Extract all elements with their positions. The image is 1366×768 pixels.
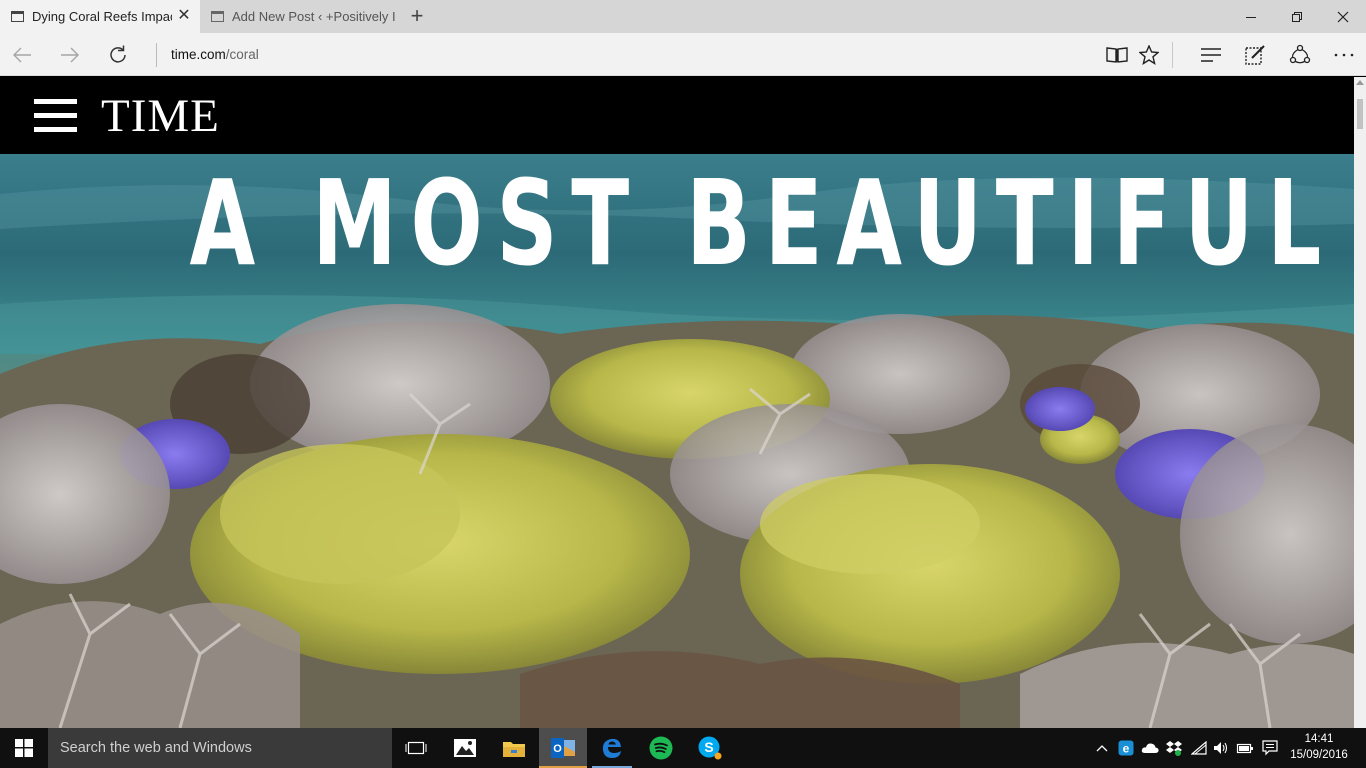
page-viewport: TIME A MOST BEAUTIFUL xyxy=(0,77,1366,728)
outlook-app-button[interactable]: O xyxy=(539,728,587,768)
scroll-up-arrow-icon[interactable] xyxy=(1356,80,1364,85)
arrow-right-icon xyxy=(61,47,79,63)
battery-icon xyxy=(1236,743,1253,754)
cloud-icon xyxy=(1141,743,1159,753)
tray-volume[interactable] xyxy=(1210,728,1232,768)
tray-edge-extension[interactable]: e xyxy=(1115,728,1137,768)
clock-time: 14:41 xyxy=(1304,733,1334,745)
share-icon xyxy=(1289,44,1311,64)
start-button[interactable] xyxy=(0,728,48,768)
edge-icon xyxy=(602,738,621,758)
more-dots-icon xyxy=(1334,53,1354,57)
taskbar-clock[interactable]: 14:41 15/09/2016 xyxy=(1286,731,1352,763)
taskbar-search-box[interactable]: Search the web and Windows xyxy=(48,728,392,768)
dropbox-icon xyxy=(1166,741,1182,756)
task-view-button[interactable] xyxy=(392,728,440,768)
svg-text:e: e xyxy=(1123,742,1130,756)
minimize-button[interactable] xyxy=(1228,0,1274,33)
restore-button[interactable] xyxy=(1274,0,1320,33)
web-note-button[interactable] xyxy=(1239,39,1271,71)
tab-title: Add New Post ‹ +Positively I xyxy=(232,9,396,24)
more-button[interactable] xyxy=(1328,39,1360,71)
tab-strip: Dying Coral Reefs Impac ✕ Add New Post ‹… xyxy=(0,0,1366,33)
page-scrollbar[interactable] xyxy=(1354,77,1366,728)
back-button[interactable] xyxy=(6,39,38,71)
time-logo[interactable]: TIME xyxy=(101,91,220,141)
windows-logo-icon xyxy=(15,739,33,757)
outlook-icon: O xyxy=(551,738,575,758)
svg-text:S: S xyxy=(704,739,713,755)
tab-add-new-post[interactable]: Add New Post ‹ +Positively I xyxy=(200,0,400,33)
url-domain: time.com xyxy=(171,47,226,62)
windows-taskbar: Search the web and Windows O S e 14:41 1… xyxy=(0,728,1366,768)
photos-icon xyxy=(454,739,476,757)
close-tab-icon[interactable]: ✕ xyxy=(176,8,192,24)
scroll-thumb[interactable] xyxy=(1357,99,1363,129)
e-badge-icon: e xyxy=(1118,740,1134,756)
book-icon xyxy=(1106,47,1128,63)
forward-button[interactable] xyxy=(54,39,86,71)
page-icon xyxy=(211,11,224,22)
site-header: TIME xyxy=(0,77,1354,154)
article-headline: A MOST BEAUTIFUL DEATH xyxy=(189,154,1354,292)
spotify-app-button[interactable] xyxy=(637,728,685,768)
photos-app-button[interactable] xyxy=(441,728,489,768)
hero-coral-reef-image: A MOST BEAUTIFUL DEATH xyxy=(0,154,1354,728)
favorite-button[interactable] xyxy=(1133,39,1165,71)
hub-icon xyxy=(1201,48,1221,62)
minimize-icon xyxy=(1246,16,1256,18)
action-center-button[interactable] xyxy=(1258,728,1282,768)
arrow-left-icon xyxy=(13,47,31,63)
star-icon xyxy=(1139,45,1159,65)
tab-title: Dying Coral Reefs Impac xyxy=(32,9,172,24)
close-window-button[interactable] xyxy=(1320,0,1366,33)
page-icon xyxy=(11,11,24,22)
folder-icon xyxy=(503,742,525,757)
restore-icon xyxy=(1292,11,1302,22)
close-icon xyxy=(1337,11,1349,22)
task-view-icon xyxy=(405,741,427,755)
search-placeholder: Search the web and Windows xyxy=(60,740,252,756)
navigation-bar: time.com/coral xyxy=(0,33,1366,76)
speaker-icon xyxy=(1214,742,1228,754)
tray-onedrive[interactable] xyxy=(1139,728,1161,768)
edge-app-button[interactable] xyxy=(588,728,636,768)
spotify-icon xyxy=(649,736,673,760)
toolbar-separator xyxy=(1172,42,1173,68)
menu-hamburger-icon[interactable] xyxy=(34,99,77,133)
refresh-button[interactable] xyxy=(102,39,134,71)
skype-icon: S xyxy=(698,736,722,760)
hub-button[interactable] xyxy=(1195,39,1227,71)
tray-network[interactable] xyxy=(1188,728,1210,768)
tray-dropbox[interactable] xyxy=(1163,728,1185,768)
skype-app-button[interactable]: S xyxy=(686,728,734,768)
show-hidden-icons-button[interactable] xyxy=(1093,728,1111,768)
tab-dying-coral-reefs[interactable]: Dying Coral Reefs Impac ✕ xyxy=(0,0,200,33)
notification-icon xyxy=(1262,740,1278,756)
chevron-up-icon xyxy=(1096,745,1108,752)
pen-note-icon xyxy=(1245,45,1265,65)
url-path: /coral xyxy=(225,47,259,62)
refresh-icon xyxy=(110,45,126,63)
new-tab-button[interactable]: + xyxy=(402,0,432,33)
clock-date: 15/09/2016 xyxy=(1290,749,1348,761)
tray-battery[interactable] xyxy=(1234,728,1256,768)
share-button[interactable] xyxy=(1284,39,1316,71)
wifi-icon xyxy=(1191,741,1207,755)
address-bar[interactable]: time.com/coral xyxy=(156,43,259,67)
svg-text:O: O xyxy=(553,743,562,755)
reading-view-button[interactable] xyxy=(1101,39,1133,71)
file-explorer-button[interactable] xyxy=(490,728,538,768)
